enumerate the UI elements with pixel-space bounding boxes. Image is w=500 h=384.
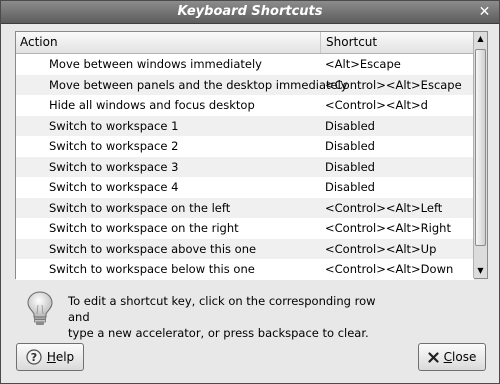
window-close-icon[interactable]: ✕ bbox=[476, 4, 493, 20]
svg-text:?: ? bbox=[31, 351, 37, 364]
action-cell: Switch to workspace 2 bbox=[49, 139, 179, 153]
vertical-scrollbar[interactable]: ▲ ▼ bbox=[473, 32, 487, 278]
hint-area: To edit a shortcut key, click on the cor… bbox=[25, 291, 485, 340]
table-header: Action Shortcut bbox=[16, 32, 474, 54]
table-row[interactable]: Switch to workspace on the left <Control>… bbox=[16, 197, 474, 218]
hint-text: To edit a shortcut key, click on the cor… bbox=[68, 293, 388, 341]
action-cell: Switch to workspace on the right bbox=[49, 221, 239, 235]
table-row[interactable]: Switch to workspace on the right <Control… bbox=[16, 218, 474, 239]
shortcut-cell: <Control><Alt>Left bbox=[325, 200, 443, 215]
scroll-down-icon[interactable]: ▼ bbox=[474, 264, 487, 278]
shortcut-cell: <Control><Alt>Down bbox=[325, 262, 454, 276]
action-cell: Switch to workspace above this one bbox=[49, 241, 257, 256]
action-cell: Move between windows immediately bbox=[49, 57, 262, 71]
action-cell: Move between panels and the desktop imme… bbox=[49, 77, 348, 92]
column-header-action[interactable]: Action bbox=[16, 32, 321, 53]
table-row[interactable]: Switch to workspace 3 Disabled bbox=[16, 156, 474, 177]
shortcuts-table[interactable]: Action Shortcut Move between windows imm… bbox=[15, 31, 488, 280]
table-row[interactable]: Hide all windows and focus desktop <Contr… bbox=[16, 95, 474, 116]
table-row[interactable]: Move between windows immediately <Alt>Esc… bbox=[16, 54, 474, 75]
shortcut-cell: <Control><Alt>Escape bbox=[325, 77, 462, 92]
table-row[interactable]: Switch to workspace above this one <Contr… bbox=[16, 238, 474, 259]
action-cell: Switch to workspace 3 bbox=[49, 159, 179, 174]
shortcut-cell: <Control><Alt>Right bbox=[325, 221, 451, 235]
action-cell: Switch to workspace 4 bbox=[49, 180, 179, 194]
shortcut-cell: <Control><Alt>d bbox=[325, 98, 428, 112]
shortcut-cell: Disabled bbox=[325, 139, 375, 153]
help-icon: ? bbox=[26, 349, 42, 365]
shortcut-cell: Disabled bbox=[325, 118, 375, 133]
table-row[interactable]: Switch to workspace 2 Disabled bbox=[16, 136, 474, 157]
hint-line-1: To edit a shortcut key, click on the cor… bbox=[68, 294, 376, 324]
action-cell: Switch to workspace on the left bbox=[49, 200, 231, 215]
action-cell: Hide all windows and focus desktop bbox=[49, 98, 255, 112]
close-button[interactable]: Close bbox=[418, 343, 486, 371]
close-icon bbox=[428, 351, 439, 363]
action-cell: Switch to workspace 1 bbox=[49, 118, 179, 133]
action-cell: Switch to workspace below this one bbox=[49, 262, 255, 276]
close-button-label: Close bbox=[443, 350, 477, 364]
hint-line-2: type a new accelerator, or press backspa… bbox=[68, 326, 369, 340]
table-row[interactable]: Switch to workspace 1 Disabled bbox=[16, 115, 474, 136]
column-header-shortcut[interactable]: Shortcut bbox=[321, 32, 474, 53]
scroll-up-icon[interactable]: ▲ bbox=[474, 32, 487, 46]
shortcut-cell: <Control><Alt>Up bbox=[325, 241, 437, 256]
help-button-label: Help bbox=[46, 350, 75, 364]
shortcut-cell: Disabled bbox=[325, 159, 375, 174]
shortcut-cell: Disabled bbox=[325, 180, 375, 194]
table-row[interactable]: Move between panels and the desktop imme… bbox=[16, 74, 474, 95]
shortcut-cell: <Alt>Escape bbox=[325, 57, 401, 71]
keyboard-shortcuts-dialog: Keyboard Shortcuts ✕ Action Shortcut Mov… bbox=[0, 0, 500, 384]
window-title: Keyboard Shortcuts bbox=[177, 4, 323, 19]
shortcut-rows: Move between windows immediately <Alt>Esc… bbox=[16, 54, 474, 280]
table-row[interactable]: Switch to workspace below this one <Contr… bbox=[16, 259, 474, 280]
help-button[interactable]: ? Help bbox=[16, 343, 84, 371]
table-row[interactable]: Switch to workspace 4 Disabled bbox=[16, 177, 474, 198]
scrollbar-thumb[interactable] bbox=[475, 49, 486, 246]
lightbulb-icon bbox=[27, 291, 53, 325]
title-bar[interactable]: Keyboard Shortcuts ✕ bbox=[1, 1, 499, 24]
